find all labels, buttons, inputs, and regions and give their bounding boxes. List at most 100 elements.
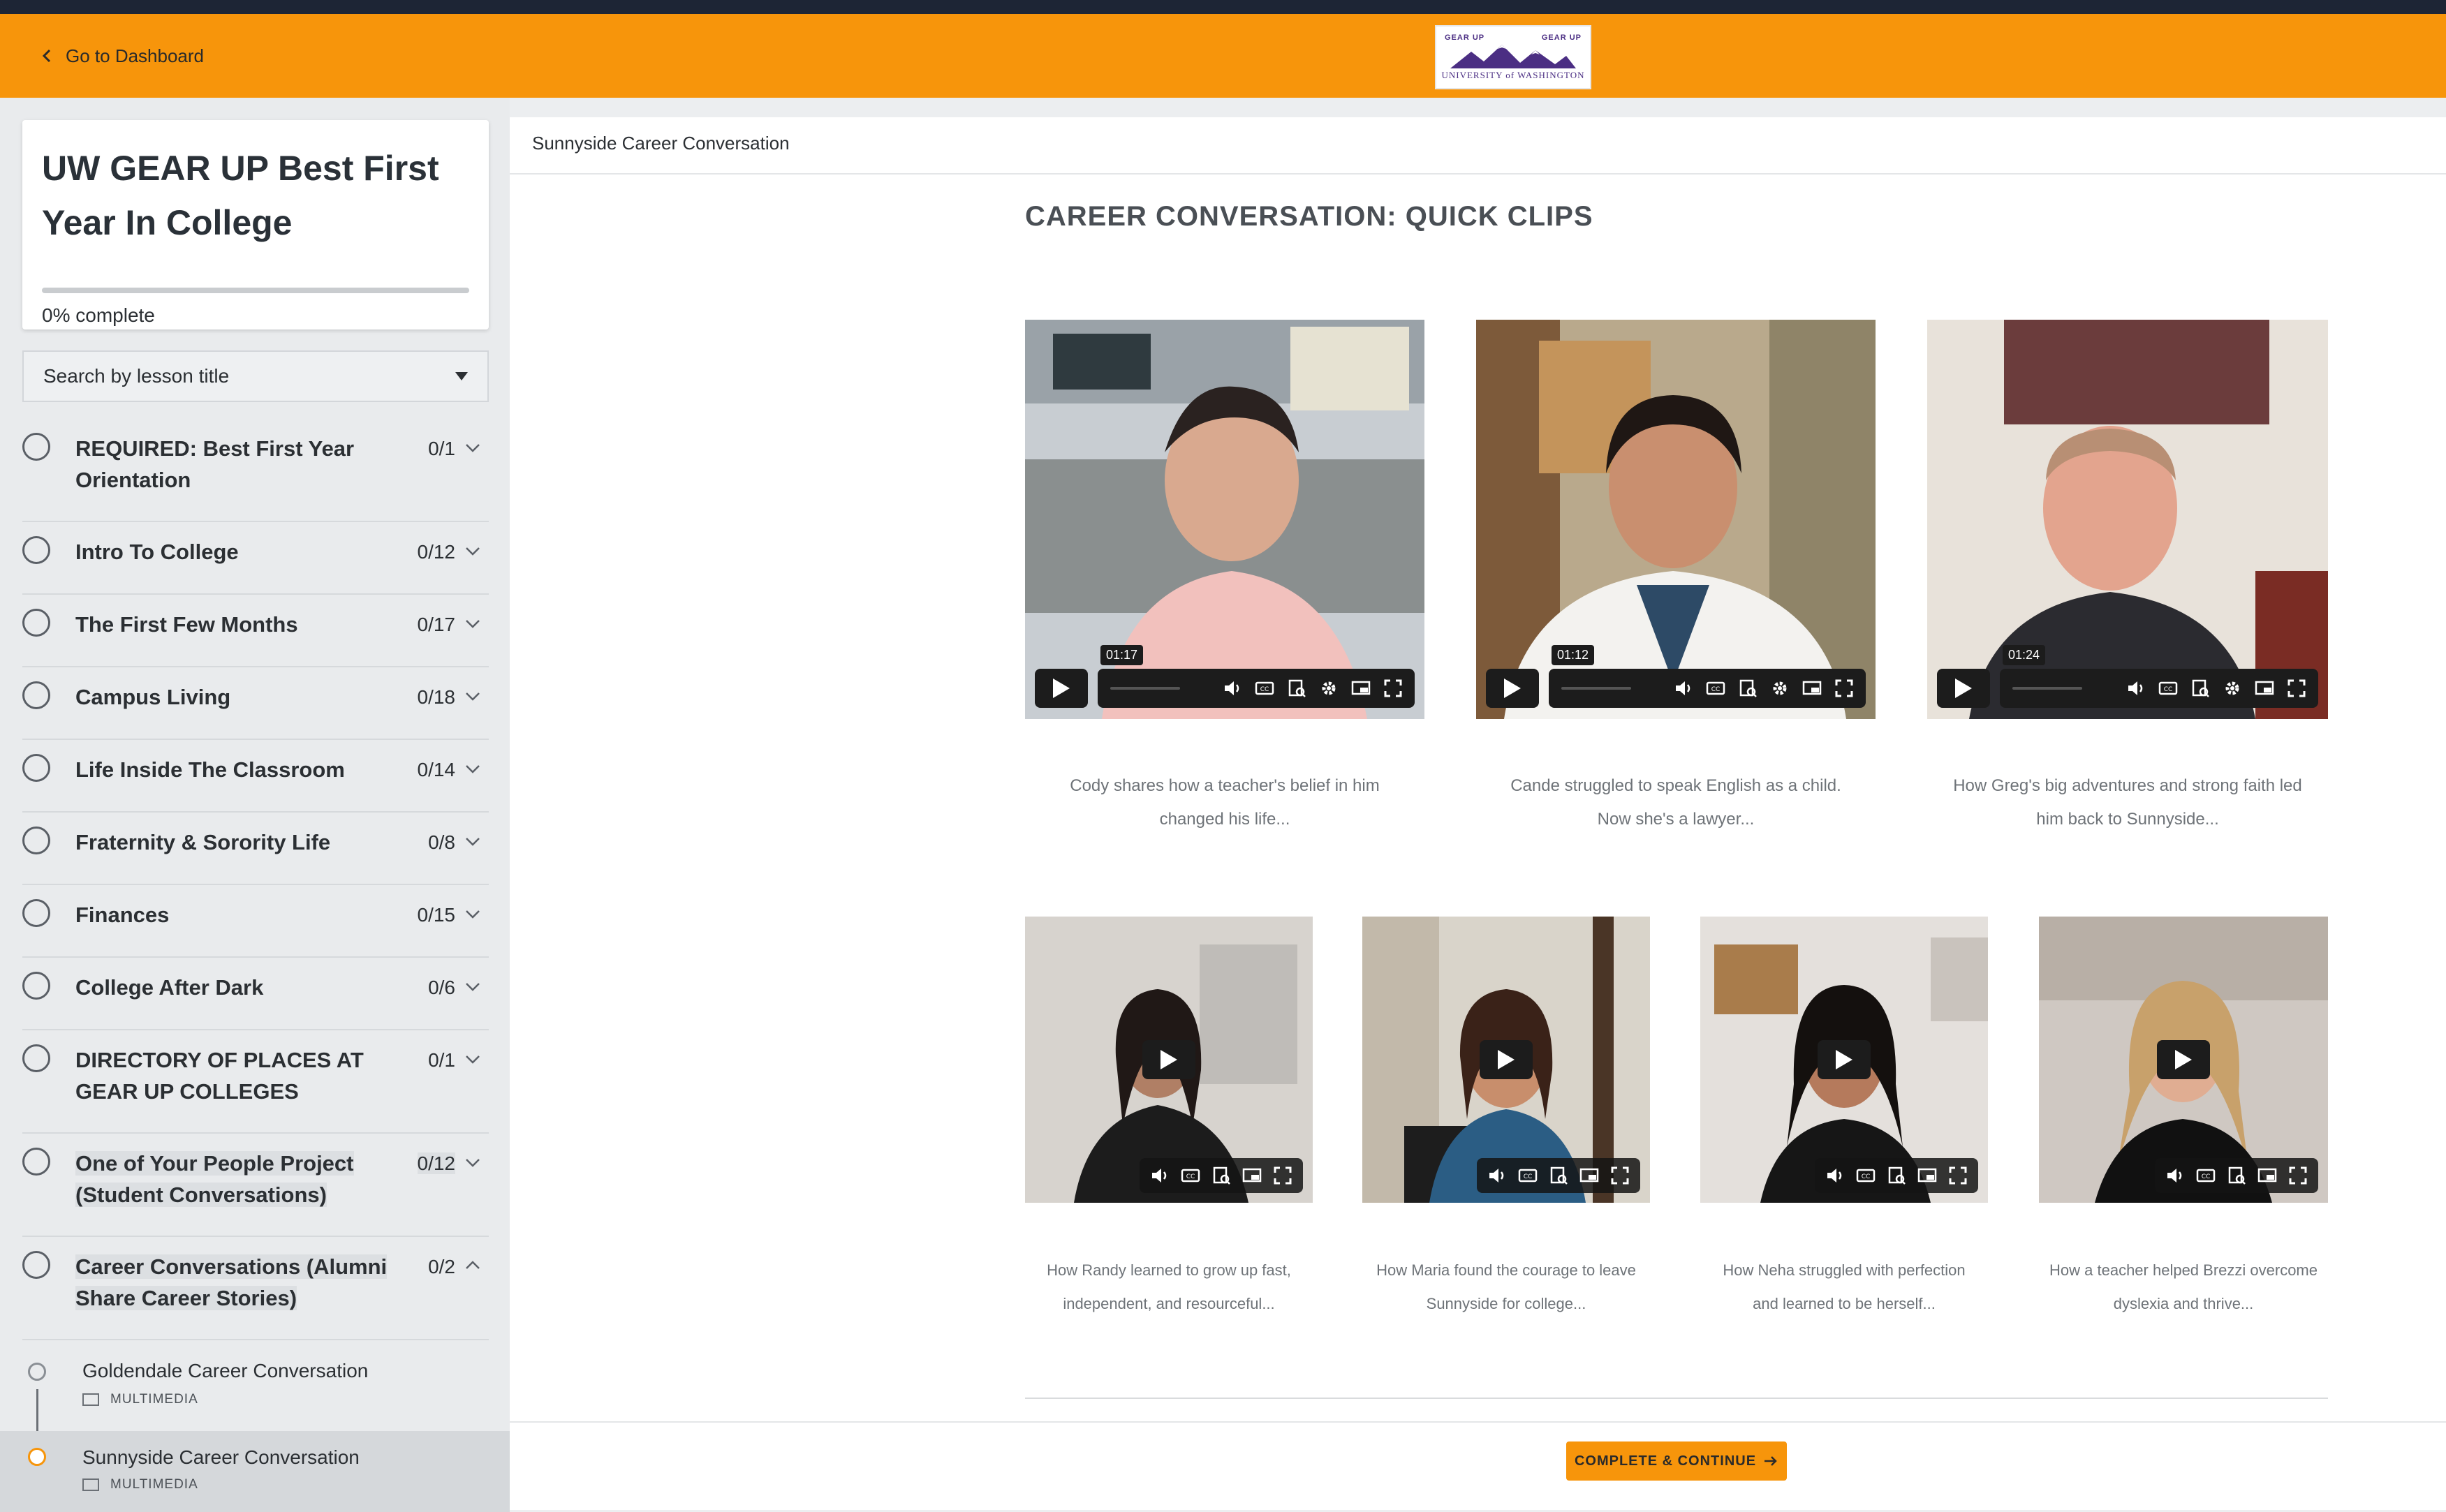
lesson-finances[interactable]: Finances 0/15: [22, 885, 489, 958]
chevron-down-icon: [466, 910, 480, 919]
volume-icon[interactable]: [1222, 678, 1243, 699]
transcript-icon[interactable]: [1886, 1165, 1907, 1186]
lesson-title-text: One of Your People Project (Student Conv…: [75, 1151, 354, 1207]
sublesson-type: MULTIMEDIA: [82, 1392, 198, 1407]
transcript-icon[interactable]: [1548, 1165, 1569, 1186]
play-button[interactable]: [1937, 669, 1990, 708]
closed-captions-icon[interactable]: CC: [2195, 1165, 2216, 1186]
volume-icon[interactable]: [1673, 678, 1694, 699]
video-scrubber[interactable]: [2012, 687, 2082, 690]
fullscreen-icon[interactable]: [2286, 678, 2307, 699]
transcript-icon[interactable]: [1286, 678, 1307, 699]
settings-gear-icon[interactable]: [2222, 678, 2243, 699]
closed-captions-icon[interactable]: CC: [1705, 678, 1726, 699]
lesson-title: College After Dark: [75, 975, 264, 1000]
closed-captions-icon[interactable]: CC: [2158, 678, 2179, 699]
lesson-college-after-dark[interactable]: College After Dark 0/6: [22, 958, 489, 1030]
video-controls: 01:24 CC: [1937, 645, 2318, 708]
lesson-directory-of-places[interactable]: DIRECTORY OF PLACES AT GEAR UP COLLEGES …: [22, 1030, 489, 1134]
lesson-count: 0/6: [428, 977, 455, 998]
chevron-down-icon: [466, 765, 480, 773]
volume-icon[interactable]: [1825, 1165, 1845, 1186]
video-thumbnail-cande: [1476, 320, 1876, 719]
chevron-down-icon: [466, 692, 480, 701]
lesson-search-input[interactable]: [43, 365, 455, 387]
settings-gear-icon[interactable]: [1769, 678, 1790, 699]
play-button[interactable]: [1480, 1040, 1533, 1079]
closed-captions-icon[interactable]: CC: [1180, 1165, 1201, 1186]
chevron-down-icon: [466, 620, 480, 628]
video-scrubber[interactable]: [1561, 687, 1631, 690]
lesson-required-orientation[interactable]: REQUIRED: Best First Year Orientation 0/…: [22, 419, 489, 522]
fullscreen-icon[interactable]: [1383, 678, 1403, 699]
lesson-title: Life Inside The Classroom: [75, 757, 345, 782]
video-player-cody[interactable]: 01:17 CC: [1025, 320, 1424, 719]
lesson-status-circle-icon: [22, 1251, 50, 1279]
video-caption-maria: How Maria found the courage to leave Sun…: [1351, 1254, 1661, 1321]
lesson-title: Finances: [75, 903, 170, 927]
lesson-title: The First Few Months: [75, 612, 298, 637]
lesson-life-inside-classroom[interactable]: Life Inside The Classroom 0/14: [22, 740, 489, 813]
lesson-search-dropdown[interactable]: [22, 350, 489, 402]
lesson-intro-to-college[interactable]: Intro To College 0/12: [22, 522, 489, 595]
lesson-one-of-your-people-project[interactable]: One of Your People Project (Student Conv…: [22, 1134, 489, 1237]
breadcrumb: Sunnyside Career Conversation: [532, 133, 790, 154]
video-player-brezzi[interactable]: CC: [2039, 917, 2328, 1203]
picture-in-picture-icon[interactable]: [1917, 1165, 1938, 1186]
transcript-icon[interactable]: [1737, 678, 1758, 699]
picture-in-picture-icon[interactable]: [1802, 678, 1822, 699]
sublesson-sunnyside-career-conversation[interactable]: Sunnyside Career Conversation MULTIMEDIA: [0, 1431, 510, 1512]
chevron-up-icon: [466, 1261, 480, 1269]
svg-text:CC: CC: [1711, 686, 1721, 693]
chevron-left-icon: [42, 49, 51, 63]
play-button[interactable]: [1486, 669, 1539, 708]
chevron-down-icon: [466, 444, 480, 452]
lesson-fraternity-sorority-life[interactable]: Fraternity & Sorority Life 0/8: [22, 813, 489, 885]
transcript-icon[interactable]: [2226, 1165, 2247, 1186]
lesson-career-conversations[interactable]: Career Conversations (Alumni Share Caree…: [22, 1237, 489, 1340]
fullscreen-icon[interactable]: [1834, 678, 1855, 699]
volume-icon[interactable]: [1149, 1165, 1170, 1186]
sublesson-goldendale-career-conversation[interactable]: Goldendale Career Conversation MULTIMEDI…: [22, 1354, 510, 1435]
lesson-title: Fraternity & Sorority Life: [75, 830, 331, 854]
video-player-cande[interactable]: 01:12 CC: [1476, 320, 1876, 719]
chevron-down-icon: [466, 547, 480, 556]
volume-icon[interactable]: [1487, 1165, 1508, 1186]
lesson-campus-living[interactable]: Campus Living 0/18: [22, 667, 489, 740]
volume-icon[interactable]: [2125, 678, 2146, 699]
picture-in-picture-icon[interactable]: [1350, 678, 1371, 699]
caption-line-1: Cande struggled to speak English as a ch…: [1510, 776, 1841, 795]
lesson-count: 0/18: [417, 686, 456, 708]
picture-in-picture-icon[interactable]: [1242, 1165, 1262, 1186]
closed-captions-icon[interactable]: CC: [1855, 1165, 1876, 1186]
caption-line-2: and learned to be herself...: [1753, 1295, 1936, 1312]
lesson-first-few-months[interactable]: The First Few Months 0/17: [22, 595, 489, 667]
transcript-icon[interactable]: [2190, 678, 2211, 699]
play-button[interactable]: [1142, 1040, 1195, 1079]
play-button[interactable]: [1818, 1040, 1871, 1079]
video-caption-neha: How Neha struggled with perfection and l…: [1689, 1254, 1999, 1321]
picture-in-picture-icon[interactable]: [2254, 678, 2275, 699]
video-scrubber[interactable]: [1110, 687, 1180, 690]
uw-gear-up-logo: GEAR UP GEAR UP UNIVERSITY of WASHINGTON: [1435, 25, 1591, 89]
video-player-maria[interactable]: CC: [1362, 917, 1650, 1203]
fullscreen-icon[interactable]: [2287, 1165, 2308, 1186]
go-to-dashboard-link[interactable]: Go to Dashboard: [39, 42, 204, 70]
video-player-neha[interactable]: CC: [1700, 917, 1988, 1203]
picture-in-picture-icon[interactable]: [1579, 1165, 1600, 1186]
play-button[interactable]: [2157, 1040, 2210, 1079]
closed-captions-icon[interactable]: CC: [1254, 678, 1275, 699]
volume-icon[interactable]: [2165, 1165, 2186, 1186]
play-button[interactable]: [1035, 669, 1088, 708]
closed-captions-icon[interactable]: CC: [1517, 1165, 1538, 1186]
fullscreen-icon[interactable]: [1947, 1165, 1968, 1186]
fullscreen-icon[interactable]: [1272, 1165, 1293, 1186]
fullscreen-icon[interactable]: [1609, 1165, 1630, 1186]
video-thumbnail-cody: [1025, 320, 1424, 719]
settings-gear-icon[interactable]: [1318, 678, 1339, 699]
picture-in-picture-icon[interactable]: [2257, 1165, 2278, 1186]
video-player-greg[interactable]: 01:24 CC: [1927, 320, 2328, 719]
complete-and-continue-button[interactable]: COMPLETE & CONTINUE: [1566, 1441, 1787, 1481]
video-player-randy[interactable]: CC: [1025, 917, 1313, 1203]
transcript-icon[interactable]: [1211, 1165, 1232, 1186]
